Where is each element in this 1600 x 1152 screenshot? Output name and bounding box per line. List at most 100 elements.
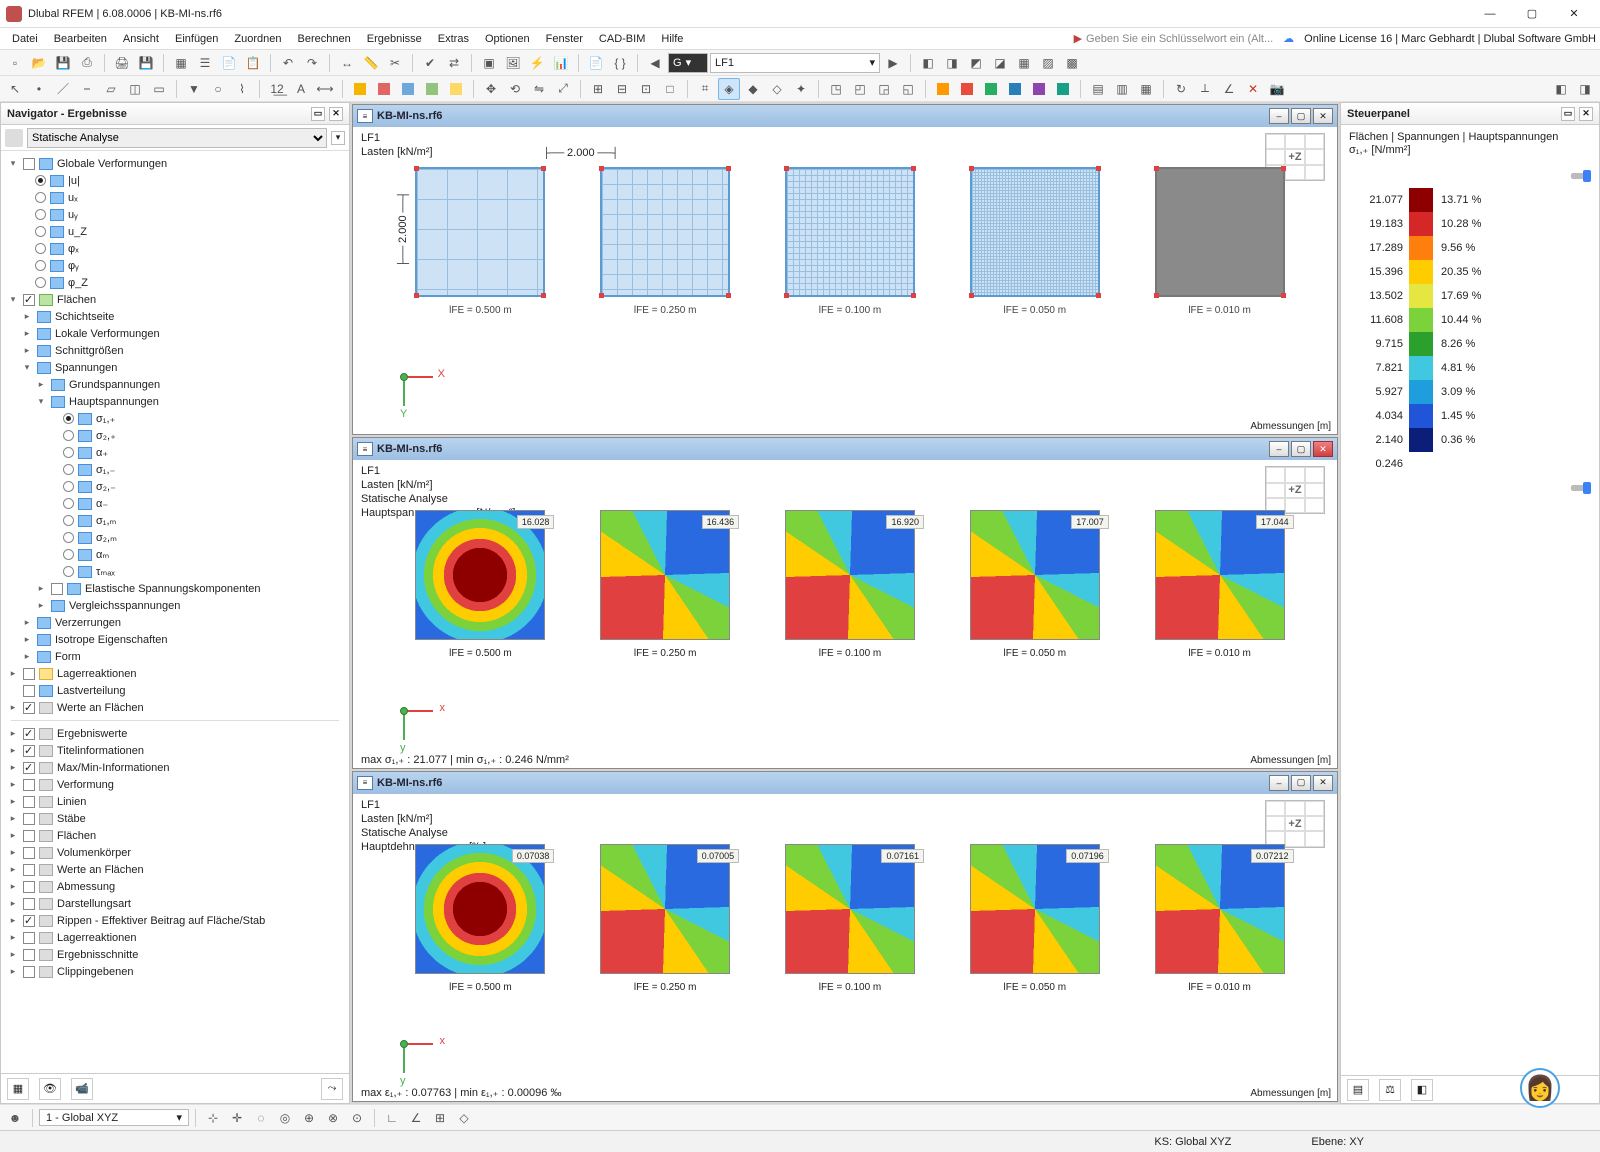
dim-icon[interactable]: ⟷ [314,78,336,100]
scale-icon[interactable]: ⤢ [552,78,574,100]
def-radio-6[interactable]: φ_Z [7,274,349,291]
view3-min-button[interactable]: – [1269,775,1289,791]
view1-max-button[interactable]: ▢ [1291,108,1311,124]
view1-canvas[interactable]: LF1 Lasten [kN/m²] ├── 2.000 ──┤ ├── 2.0… [353,127,1337,434]
iso-z-icon[interactable]: ◲ [873,78,895,100]
menu-bearbeiten[interactable]: Bearbeiten [46,31,115,47]
iso-y-icon[interactable]: ◰ [849,78,871,100]
view3-canvas[interactable]: LF1 Lasten [kN/m²] Statische Analyse Hau… [353,794,1337,1101]
plate-icon[interactable]: ▭ [148,78,170,100]
combo-load-type[interactable]: G▾ [668,53,708,73]
display-option-7[interactable]: ▸Volumenkörper [7,844,349,861]
t1c-icon[interactable]: ◩ [965,52,987,74]
display-option-9[interactable]: ▸Abmessung [7,878,349,895]
cs-combo[interactable]: 1 - Global XYZ▾ [39,1109,189,1126]
menu-einfuegen[interactable]: Einfügen [167,31,226,47]
script-icon[interactable]: { } [609,52,631,74]
search-hint[interactable]: ▶Geben Sie ein Schlüsselwort ein (Alt... [1074,32,1274,45]
measure-icon[interactable]: ↔ [336,52,358,74]
def-radio-5[interactable]: φᵧ [7,257,349,274]
menu-datei[interactable]: Datei [4,31,46,47]
snap6-icon[interactable]: ⊗ [322,1107,344,1129]
legend-tab-display-icon[interactable]: ⚖ [1379,1079,1401,1101]
display-option-5[interactable]: ▸Stäbe [7,810,349,827]
minimize-button[interactable]: — [1470,2,1510,26]
display-option-13[interactable]: ▸Ergebnisschnitte [7,946,349,963]
sec2-icon[interactable]: ⊟ [611,78,633,100]
hp-radio-4[interactable]: σ₂,₋ [49,478,349,495]
spring-icon[interactable]: ⌇ [231,78,253,100]
snap2-icon[interactable]: ✛ [226,1107,248,1129]
iso-x-icon[interactable]: ◳ [825,78,847,100]
hinge-icon[interactable]: ○ [207,78,229,100]
redo-icon[interactable]: ↷ [301,52,323,74]
view1-close-button[interactable]: ✕ [1313,108,1333,124]
panel-toggle-icon[interactable]: ◨ [1574,78,1596,100]
trans-icon[interactable]: ◇ [766,78,788,100]
def-radio-2[interactable]: uᵧ [7,206,349,223]
nav-results-icon[interactable]: ⤳ [321,1078,343,1100]
ax1-icon[interactable]: ⟂ [1194,78,1216,100]
rotate-icon[interactable]: ⟲ [504,78,526,100]
cursor-icon[interactable]: ↖ [4,78,26,100]
r5-icon[interactable] [445,78,467,100]
surface-icon[interactable]: ▱ [100,78,122,100]
menu-optionen[interactable]: Optionen [477,31,538,47]
menu-ergebnisse[interactable]: Ergebnisse [359,31,430,47]
display-option-1[interactable]: ▸Titelinformationen [7,742,349,759]
status-icon[interactable]: ☻ [4,1107,26,1129]
hp-radio-2[interactable]: α₊ [49,444,349,461]
ortho-icon[interactable]: ∟ [381,1107,403,1129]
legend-tab-values-icon[interactable]: ▤ [1347,1079,1369,1101]
menu-berechnen[interactable]: Berechnen [290,31,359,47]
view3-close-button[interactable]: ✕ [1313,775,1333,791]
view2-min-button[interactable]: – [1269,441,1289,457]
del-icon[interactable]: ✕ [1242,78,1264,100]
tbl2-icon[interactable]: ▥ [1111,78,1133,100]
new-icon[interactable]: ▫ [4,52,26,74]
legend-top-slider[interactable] [1571,173,1591,179]
menu-extras[interactable]: Extras [430,31,477,47]
mirror-icon[interactable]: ⇋ [528,78,550,100]
save-all-icon[interactable]: ⎙ [76,52,98,74]
move-icon[interactable]: ✥ [480,78,502,100]
iso-3d-icon[interactable]: ◱ [897,78,919,100]
maximize-button[interactable]: ▢ [1512,2,1552,26]
display-option-11[interactable]: ▸Rippen - Effektiver Beitrag auf Fläche/… [7,912,349,929]
sidebar-toggle-icon[interactable]: ◧ [1550,78,1572,100]
nav-display-icon[interactable]: 👁 [39,1078,61,1100]
results-tree[interactable]: ▾Globale Verformungen |u|uₓuᵧu_Zφₓφᵧφ_Z … [1,151,349,1073]
legend-bottom-slider[interactable] [1571,485,1591,491]
t1g-icon[interactable]: ▩ [1061,52,1083,74]
open-icon[interactable]: 📂 [28,52,50,74]
text-icon[interactable]: A [290,78,312,100]
t1f-icon[interactable]: ▨ [1037,52,1059,74]
t1e-icon[interactable]: ▦ [1013,52,1035,74]
snap7-icon[interactable]: ⊙ [346,1107,368,1129]
help-avatar[interactable]: 👩 [1520,1068,1560,1108]
r2-icon[interactable] [373,78,395,100]
def-radio-3[interactable]: u_Z [7,223,349,240]
link-icon[interactable]: ⇄ [443,52,465,74]
node-icon[interactable]: • [28,78,50,100]
ax2-icon[interactable]: ∠ [1218,78,1240,100]
undo-icon[interactable]: ↶ [277,52,299,74]
doc2-icon[interactable]: 📄 [585,52,607,74]
num-icon[interactable]: 1̲2̲ [266,78,288,100]
view3-max-button[interactable]: ▢ [1291,775,1311,791]
hp-radio-6[interactable]: σ₁,ₘ [49,512,349,529]
snap4-icon[interactable]: ◎ [274,1107,296,1129]
r3-icon[interactable] [397,78,419,100]
nav-views-icon[interactable]: 📹 [71,1078,93,1100]
analysis-type-select[interactable]: Statische Analyse [27,128,327,148]
tbl3-icon[interactable]: ▦ [1135,78,1157,100]
display-option-4[interactable]: ▸Linien [7,793,349,810]
display-option-14[interactable]: ▸Clippingebenen [7,963,349,980]
snap3-icon[interactable]: ◌ [250,1107,272,1129]
refine-icon[interactable]: ✦ [790,78,812,100]
tbl-icon[interactable]: ▤ [1087,78,1109,100]
col1-icon[interactable] [932,78,954,100]
navigator-pin-icon[interactable]: ▭ [311,107,325,121]
display-option-12[interactable]: ▸Lagerreaktionen [7,929,349,946]
col5-icon[interactable] [1028,78,1050,100]
